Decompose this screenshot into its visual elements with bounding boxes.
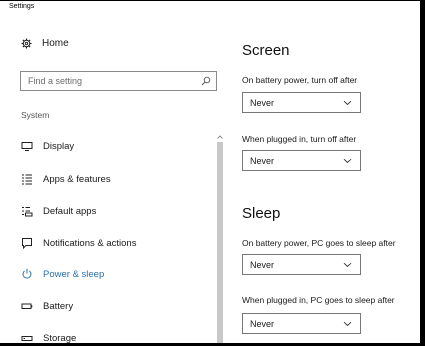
screen-battery-label: On battery power, turn off after [242, 75, 358, 85]
home-link[interactable]: Home [21, 38, 69, 49]
battery-icon [21, 300, 33, 312]
sidebar-item-label: Apps & features [43, 173, 111, 185]
section-label-system: System [21, 110, 50, 120]
sidebar-item-power-sleep[interactable]: Power & sleep [21, 266, 104, 282]
search-icon[interactable] [201, 76, 211, 86]
sleep-battery-dropdown[interactable]: Never [242, 254, 361, 275]
sidebar-item-label: Default apps [43, 205, 97, 217]
settings-window: Settings Home Find a setting System Disp… [0, 0, 425, 346]
sidebar-item-notifications[interactable]: Notifications & actions [21, 235, 136, 251]
window-title: Settings [9, 3, 35, 10]
default-apps-icon [21, 205, 33, 217]
dropdown-value: Never [250, 97, 275, 108]
chevron-down-icon [343, 100, 352, 106]
sidebar-item-display[interactable]: Display [21, 138, 74, 154]
dropdown-value: Never [250, 259, 275, 270]
sidebar-item-label: Display [43, 140, 75, 152]
sleep-plugged-label: When plugged in, PC goes to sleep after [242, 295, 395, 305]
screen-battery-dropdown[interactable]: Never [242, 92, 361, 113]
title-bar-border [0, 0, 425, 1]
chevron-down-icon [343, 262, 352, 268]
chevron-down-icon [343, 321, 352, 327]
dropdown-value: Never [250, 155, 275, 166]
chevron-down-icon [343, 158, 352, 164]
notification-icon [21, 237, 33, 249]
gear-icon [21, 38, 32, 49]
list-icon [21, 173, 33, 185]
scroll-up-icon[interactable] [216, 134, 224, 140]
screen-plugged-label: When plugged in, turn off after [242, 134, 357, 144]
search-input[interactable] [21, 75, 200, 87]
window-border-right [420, 0, 425, 346]
sidebar-item-label: Notifications & actions [43, 237, 137, 249]
screen-plugged-dropdown[interactable]: Never [242, 150, 361, 171]
sidebar-item-label: Battery [43, 300, 74, 312]
sidebar-item-battery[interactable]: Battery [21, 298, 73, 314]
sidebar-item-default-apps[interactable]: Default apps [21, 203, 96, 219]
search-box[interactable] [20, 71, 217, 91]
home-label: Home [42, 38, 69, 49]
sleep-plugged-dropdown[interactable]: Never [242, 313, 361, 334]
scroll-thumb[interactable] [217, 142, 223, 346]
monitor-icon [21, 140, 33, 152]
sidebar-item-label: Power & sleep [43, 268, 105, 280]
sidebar-scrollbar[interactable] [216, 134, 224, 346]
sidebar-item-label: Storage [43, 332, 77, 344]
screen-heading: Screen [242, 42, 290, 59]
dropdown-value: Never [250, 318, 275, 329]
sidebar-item-apps-features[interactable]: Apps & features [21, 171, 111, 187]
power-icon [21, 268, 33, 280]
sleep-battery-label: On battery power, PC goes to sleep after [242, 238, 396, 248]
sleep-heading: Sleep [242, 205, 281, 222]
